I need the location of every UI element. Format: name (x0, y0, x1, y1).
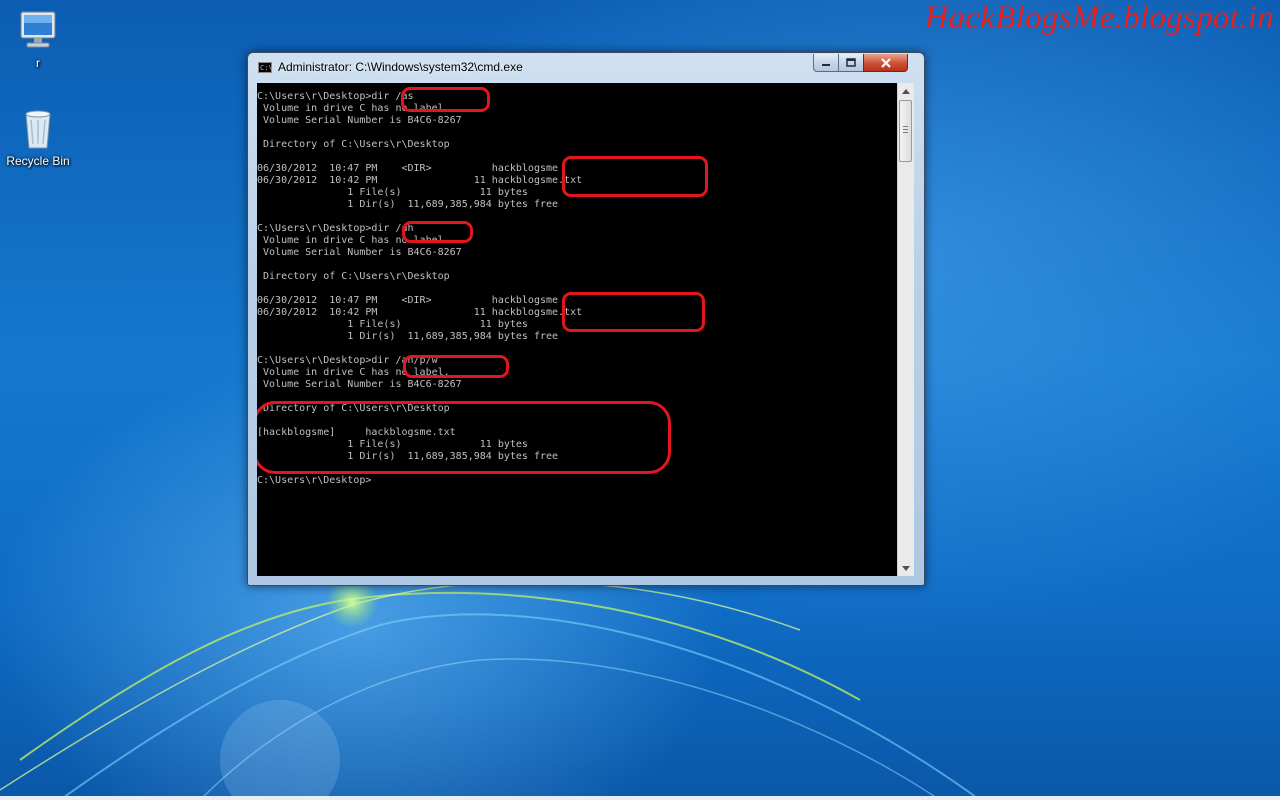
scrollbar-thumb[interactable] (899, 100, 912, 162)
annotation-highlight (562, 292, 705, 332)
cmd-window[interactable]: C:\ Administrator: C:\Windows\system32\c… (247, 52, 925, 586)
close-icon (880, 57, 891, 68)
desktop-icon-label: Recycle Bin (6, 154, 70, 168)
console-line: 1 File(s) 11 bytes (257, 187, 528, 198)
vertical-scrollbar[interactable] (897, 83, 914, 576)
annotation-highlight (562, 156, 708, 197)
console-line: Directory of C:\Users\r\Desktop (257, 271, 450, 282)
scroll-down-arrow[interactable] (898, 560, 914, 576)
console-line: Directory of C:\Users\r\Desktop (257, 139, 450, 150)
annotation-highlight (402, 221, 473, 243)
scroll-up-arrow[interactable] (898, 83, 914, 99)
console-output-area[interactable]: C:\Users\r\Desktop>dir /as Volume in dri… (257, 83, 897, 576)
console-line: C:\Users\r\Desktop>dir /as (257, 91, 414, 102)
recycle-bin-icon (25, 110, 51, 149)
window-title: Administrator: C:\Windows\system32\cmd.e… (278, 60, 523, 74)
console-line: Volume Serial Number is B4C6-8267 (257, 247, 462, 258)
maximize-button[interactable] (838, 54, 864, 72)
window-titlebar[interactable]: C:\ Administrator: C:\Windows\system32\c… (248, 53, 924, 83)
minimize-button[interactable] (813, 54, 839, 72)
console-line: Volume Serial Number is B4C6-8267 (257, 115, 462, 126)
annotation-highlight (403, 355, 509, 378)
console-line: C:\Users\r\Desktop>dir /ah (257, 223, 414, 234)
minimize-icon (822, 63, 830, 66)
triangle-up-icon (902, 88, 910, 94)
maximize-icon (846, 58, 856, 67)
desktop-icon-recycle-bin[interactable]: Recycle Bin (0, 106, 76, 168)
taskbar-edge (0, 796, 1280, 800)
console-line: 1 Dir(s) 11,689,385,984 bytes free (257, 331, 559, 342)
computer-monitor-icon (20, 11, 56, 48)
console-line: 1 File(s) 11 bytes (257, 319, 528, 330)
console-line: 06/30/2012 10:47 PM <DIR> hackblogsme (257, 295, 559, 306)
desktop: HackBlogsMe.blogspot.in r Recycle Bin C:… (0, 0, 1280, 800)
desktop-icon-label: r (36, 56, 40, 70)
triangle-down-icon (902, 565, 910, 571)
close-button[interactable] (863, 54, 908, 72)
console-line: 06/30/2012 10:42 PM 11 hackblogsme.txt (257, 175, 583, 186)
watermark-text: HackBlogsMe.blogspot.in (924, 0, 1274, 36)
console-line: Volume Serial Number is B4C6-8267 (257, 379, 462, 390)
console-line: 06/30/2012 10:42 PM 11 hackblogsme.txt (257, 307, 583, 318)
console-line: 1 Dir(s) 11,689,385,984 bytes free (257, 199, 559, 210)
annotation-highlight (401, 87, 490, 112)
console-line: 06/30/2012 10:47 PM <DIR> hackblogsme (257, 163, 559, 174)
console-line: C:\Users\r\Desktop> (257, 475, 372, 486)
annotation-highlight (257, 401, 671, 474)
cmd-app-icon: C:\ (258, 62, 273, 73)
desktop-icon-user[interactable]: r (0, 8, 76, 70)
